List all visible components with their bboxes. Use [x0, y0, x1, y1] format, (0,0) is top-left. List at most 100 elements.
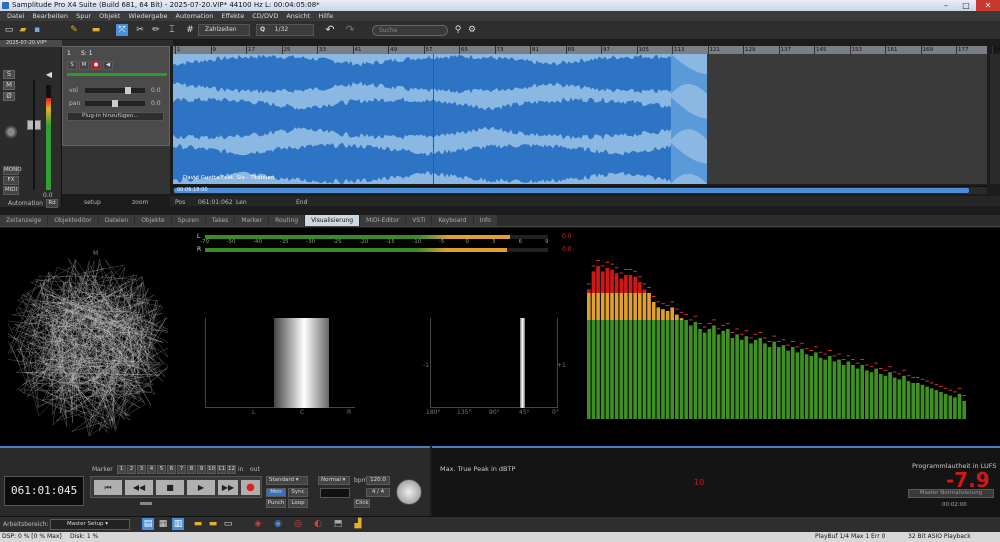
minimize-button[interactable]: –: [936, 0, 956, 11]
save-icon[interactable]: ▪: [31, 24, 43, 36]
stop-button[interactable]: ■: [156, 480, 184, 495]
new-file-icon[interactable]: ▭: [3, 24, 15, 36]
marker-button-12[interactable]: 12: [227, 465, 236, 474]
loop-button[interactable]: Loop: [288, 499, 308, 508]
rewind-button[interactable]: ◀◀: [125, 480, 153, 495]
tab-takes[interactable]: Takes: [205, 215, 235, 226]
undo-icon[interactable]: ↶: [324, 24, 336, 36]
tool-icon-9[interactable]: ◐: [312, 518, 324, 530]
rewind-start-button[interactable]: ⏮: [94, 480, 122, 495]
record-button[interactable]: ●: [241, 480, 260, 495]
marker-button-1[interactable]: 1: [117, 465, 126, 474]
mono-button[interactable]: MONO: [3, 166, 22, 175]
menu-ansicht[interactable]: Ansicht: [282, 11, 314, 21]
fx-button[interactable]: FX: [3, 176, 19, 185]
fade-out-curve[interactable]: [671, 143, 707, 184]
tab-info[interactable]: Info: [473, 215, 497, 226]
menu-wiedergabe[interactable]: Wiedergabe: [124, 11, 171, 21]
audio-clip[interactable]: David Guetta Feat. Sia - Titanium: [173, 54, 707, 184]
layout-icon-2[interactable]: ▦: [157, 518, 169, 530]
menu-cddvd[interactable]: CD/DVD: [248, 11, 282, 21]
tool-icon-10[interactable]: ⬒: [332, 518, 344, 530]
empty-track-area[interactable]: [707, 54, 987, 184]
select-tool-icon[interactable]: ⤧: [116, 24, 128, 36]
vertical-scrollbar[interactable]: [990, 54, 1000, 184]
redo-icon[interactable]: ↷: [344, 24, 356, 36]
tab-objekteditor[interactable]: Objekteditor: [48, 215, 98, 226]
play-button[interactable]: ▶: [187, 480, 215, 495]
read-button[interactable]: Rd: [46, 199, 58, 208]
position-slider[interactable]: [140, 502, 152, 505]
marker-button-7[interactable]: 7: [177, 465, 186, 474]
marker-button-5[interactable]: 5: [157, 465, 166, 474]
tool-icon-2[interactable]: ▬: [90, 24, 102, 36]
pan-knob[interactable]: [5, 126, 17, 138]
marker-button-6[interactable]: 6: [167, 465, 176, 474]
open-folder-icon[interactable]: ▰: [17, 24, 29, 36]
tab-marker[interactable]: Marker: [235, 215, 269, 226]
fade-out-curve[interactable]: [671, 54, 707, 94]
track-mute-button[interactable]: M: [79, 61, 89, 70]
marker-button-11[interactable]: 11: [217, 465, 226, 474]
project-tab[interactable]: 2025-07-20.VIP*: [0, 40, 62, 47]
tab-vsti[interactable]: VSTi: [406, 215, 432, 226]
menu-effekte[interactable]: Effekte: [217, 11, 248, 21]
pos-value[interactable]: 061:01:062: [198, 198, 233, 208]
menu-automation[interactable]: Automation: [172, 11, 218, 21]
tool-icon-7[interactable]: ◉: [272, 518, 284, 530]
pan-slider[interactable]: [85, 100, 145, 107]
bpm-field[interactable]: 120.0: [366, 476, 390, 485]
tool-icon-4[interactable]: ▬: [207, 518, 219, 530]
marker-button-9[interactable]: 9: [197, 465, 206, 474]
plugin-add-dropdown[interactable]: Plug-in hinzufügen...: [67, 112, 164, 121]
menu-hilfe[interactable]: Hilfe: [314, 11, 337, 21]
quantize-select[interactable]: Q 1/32: [256, 24, 314, 36]
track-solo-button[interactable]: S: [67, 61, 77, 70]
workspace-select[interactable]: Master Setup ▾: [50, 519, 130, 530]
setup-label[interactable]: setup: [84, 199, 101, 206]
draw-tool-icon[interactable]: ✏: [150, 24, 162, 36]
marker-button-3[interactable]: 3: [137, 465, 146, 474]
tab-zeitanzeige[interactable]: Zeitanzeige: [0, 215, 48, 226]
track-monitor-icon[interactable]: ◀: [103, 61, 113, 70]
marker-button-2[interactable]: 2: [127, 465, 136, 474]
vol-slider[interactable]: [85, 87, 145, 94]
mode-select[interactable]: Standard ▾: [266, 476, 308, 485]
menu-objekt[interactable]: Objekt: [95, 11, 124, 21]
pan-slider-handle[interactable]: [112, 100, 118, 107]
timeline-ruler[interactable]: 1 9 17 25 33 41 49 57 65 73 81 89 97 105 113 121 129 137 1…: [173, 46, 1000, 54]
search-input[interactable]: Suche: [372, 25, 448, 36]
out-label[interactable]: out: [250, 466, 260, 473]
search-icon[interactable]: ⚲: [452, 24, 464, 36]
marker-button-10[interactable]: 10: [207, 465, 216, 474]
menu-spur[interactable]: Spur: [72, 11, 95, 21]
forward-button[interactable]: ▶▶: [218, 480, 238, 495]
maximize-button[interactable]: □: [956, 0, 976, 11]
layout-icon-1[interactable]: ▤: [142, 518, 154, 530]
automation-label[interactable]: Automation: [8, 200, 43, 207]
normal-select[interactable]: Normal ▾: [318, 476, 350, 485]
search-options-icon[interactable]: ⚙: [466, 24, 478, 36]
tab-midi-editor[interactable]: MIDI-Editor: [360, 215, 406, 226]
track-header[interactable]: 1 S: 1 S M ● ◀ vol 0.0 pan 0.0 Plug-in h…: [62, 46, 170, 146]
in-label[interactable]: in: [238, 466, 243, 473]
tool-icon-8[interactable]: ◎: [292, 518, 304, 530]
tab-keyboard[interactable]: Keyboard: [432, 215, 473, 226]
range-tool-icon[interactable]: ⌶: [166, 24, 178, 36]
zoom-label[interactable]: zoom: [132, 199, 148, 206]
tool-icon-3[interactable]: ▬: [192, 518, 204, 530]
marker-button-8[interactable]: 8: [187, 465, 196, 474]
tab-objekte[interactable]: Objekte: [135, 215, 171, 226]
spectrum-icon[interactable]: ▟: [352, 518, 364, 530]
sync-button[interactable]: Sync: [288, 488, 308, 497]
fade-out-curve[interactable]: [671, 97, 707, 140]
mute-button[interactable]: M: [3, 81, 15, 90]
vol-slider-handle[interactable]: [125, 87, 131, 94]
jog-wheel[interactable]: [396, 479, 422, 505]
master-normalization-button[interactable]: Master Normalisierung: [908, 489, 994, 498]
menu-bearbeiten[interactable]: Bearbeiten: [28, 11, 72, 21]
phase-button[interactable]: Ø: [3, 92, 15, 101]
mon-button[interactable]: Mon: [266, 488, 286, 497]
signature-field[interactable]: 4 / 4: [366, 488, 390, 497]
punch-button[interactable]: Punch: [266, 499, 286, 508]
